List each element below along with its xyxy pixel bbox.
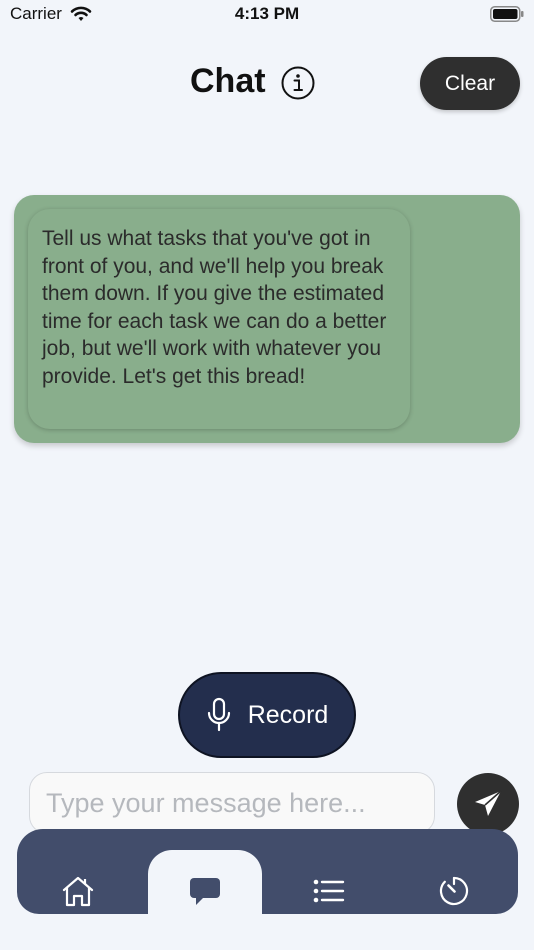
message-input[interactable] (29, 772, 435, 834)
tab-list[interactable] (292, 829, 366, 914)
message-bubble: Tell us what tasks that you've got in fr… (28, 209, 410, 429)
tab-chat[interactable] (148, 850, 262, 914)
record-label: Record (247, 700, 329, 729)
clock: 4:13 PM (234, 4, 300, 23)
clear-button[interactable]: Clear (420, 57, 520, 110)
send-icon (475, 790, 502, 816)
mic-icon (207, 697, 230, 732)
record-button[interactable]: Record (178, 672, 356, 758)
message-card: Tell us what tasks that you've got in fr… (14, 195, 520, 443)
timer-icon (439, 876, 469, 905)
tab-timer[interactable] (417, 829, 491, 914)
battery-icon (490, 6, 524, 22)
send-button[interactable] (457, 773, 519, 835)
page-title: Chat (190, 62, 266, 100)
chat-icon (190, 878, 220, 905)
info-icon[interactable] (281, 66, 315, 100)
tab-bar (17, 829, 518, 914)
status-bar: Carrier 4:13 PM (0, 0, 534, 32)
home-icon (62, 876, 94, 906)
tab-home[interactable] (41, 829, 115, 914)
list-icon (313, 879, 345, 902)
